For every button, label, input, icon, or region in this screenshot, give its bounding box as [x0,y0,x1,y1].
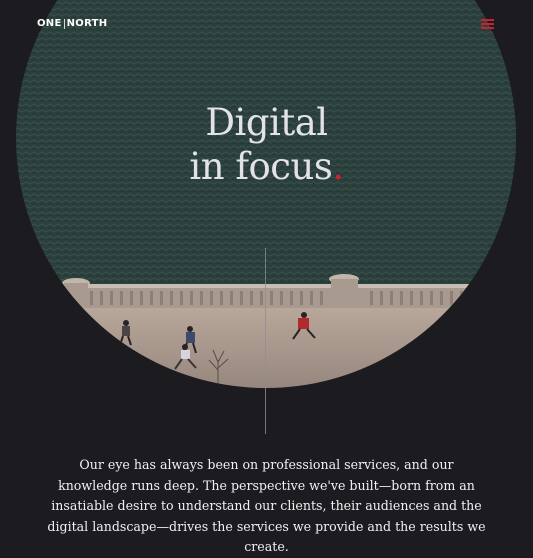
menu-bar [481,23,494,25]
menu-bar [481,27,494,29]
accent-dot: . [332,145,344,188]
hamburger-menu-icon[interactable] [481,18,494,29]
hero-ring-image [16,0,517,388]
one-north-logo[interactable]: ONE NORTH [37,18,107,29]
vertical-divider [265,248,266,434]
hero-heading-line1: Digital [205,101,328,144]
logo-text-north: NORTH [66,18,108,29]
logo-divider [63,18,65,29]
logo-text-one: ONE [37,18,62,29]
hero-heading-line2: in focus. [0,146,533,188]
menu-bar [481,19,494,21]
hero-heading-text: in focus [189,145,333,188]
intro-paragraph: Our eye has always been on professional … [47,457,486,554]
